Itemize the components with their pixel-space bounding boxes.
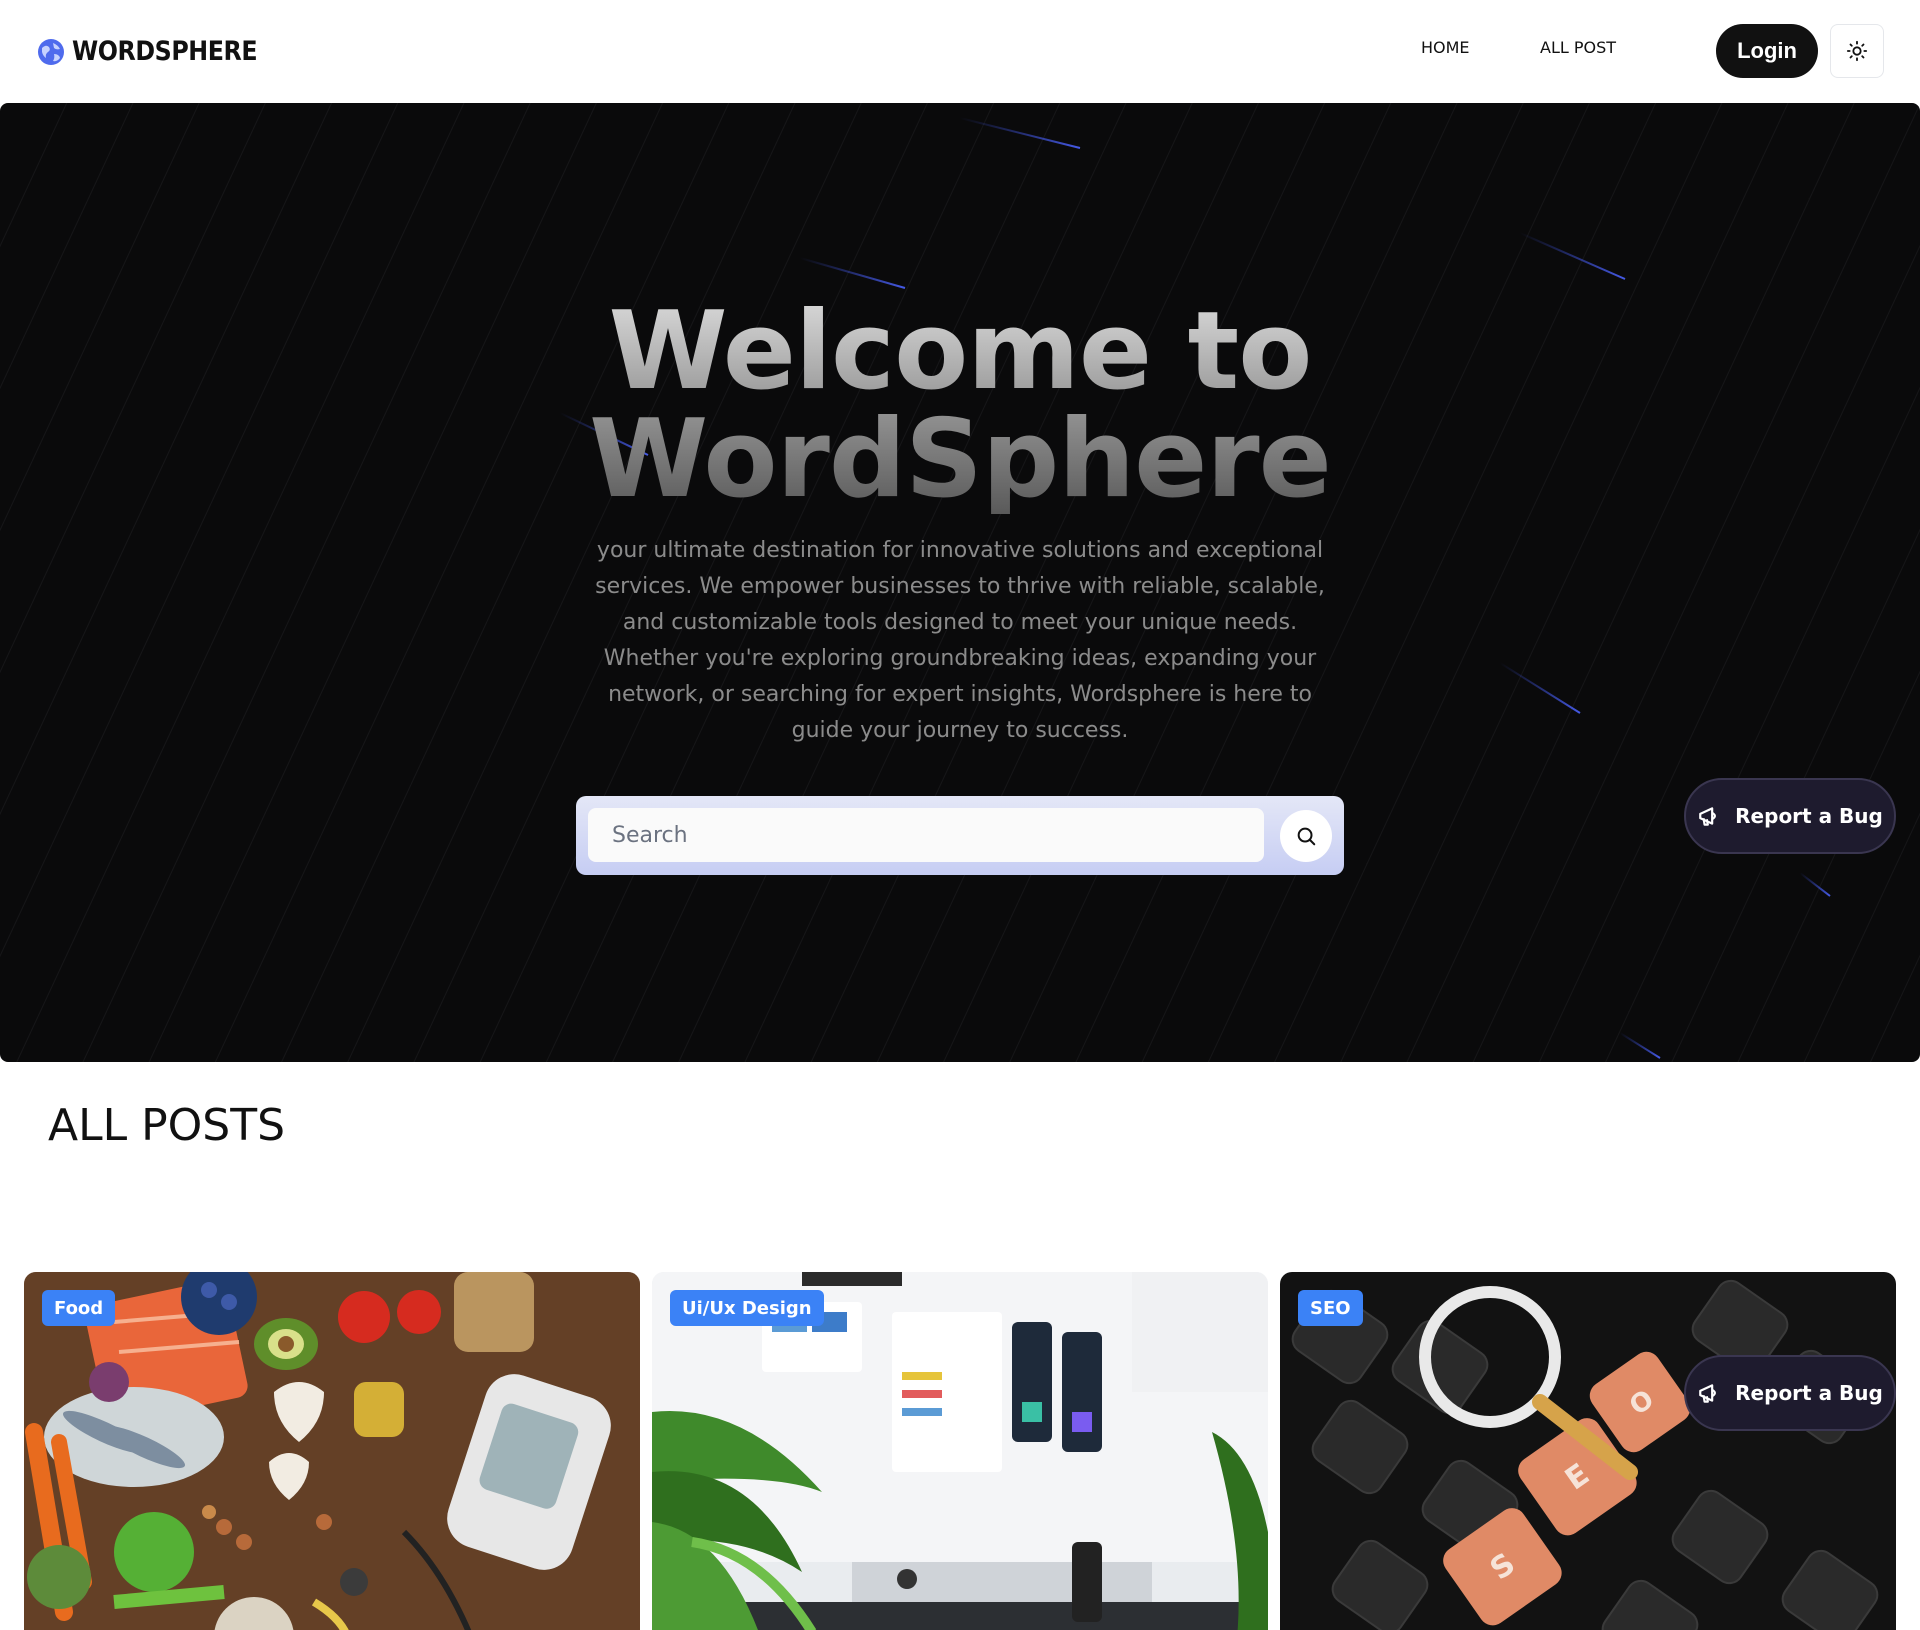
megaphone-icon [1699,1384,1717,1403]
food-image [24,1272,640,1630]
post-card-ui-ux-design[interactable]: Ui/Ux Design [652,1272,1268,1630]
category-badge[interactable]: SEO [1298,1290,1363,1326]
hero-section: Welcome to WordSphere your ultimate dest… [0,103,1920,1062]
site-header: WORDSPHERE HOME ALL POST Login [0,0,1920,103]
search-button[interactable] [1280,810,1332,862]
report-bug-button[interactable]: Report a Bug [1684,778,1896,854]
report-bug-label: Report a Bug [1735,1381,1883,1405]
megaphone-icon [1699,807,1717,826]
category-badge[interactable]: Food [42,1290,116,1326]
search-input[interactable] [588,808,1264,862]
post-card-seo[interactable]: S E O SEO [1280,1272,1896,1630]
post-card-food[interactable]: Food [24,1272,640,1630]
sun-icon [1846,40,1868,62]
hero-description: your ultimate destination for innovative… [595,538,1325,743]
hero-title-line2: WordSphere [589,397,1331,522]
report-bug-button-floating[interactable]: Report a Bug [1684,1355,1896,1431]
nav-home-link[interactable]: HOME [1421,38,1470,57]
nav-all-post-link[interactable]: ALL POST [1540,38,1616,57]
globe-icon [38,38,64,65]
hero-title-line1: Welcome to [608,289,1312,414]
search-bar [576,796,1344,875]
logo[interactable]: WORDSPHERE [36,36,282,67]
theme-toggle-button[interactable] [1830,24,1884,78]
search-icon [1297,827,1316,846]
seo-image: S E O [1280,1272,1896,1630]
login-button[interactable]: Login [1716,24,1818,78]
all-posts-title: ALL POSTS [48,1100,286,1151]
report-bug-label: Report a Bug [1735,804,1883,828]
hero-title: Welcome to WordSphere [0,298,1920,514]
category-badge[interactable]: Ui/Ux Design [670,1290,824,1326]
logo-text: WORDSPHERE [72,36,258,67]
